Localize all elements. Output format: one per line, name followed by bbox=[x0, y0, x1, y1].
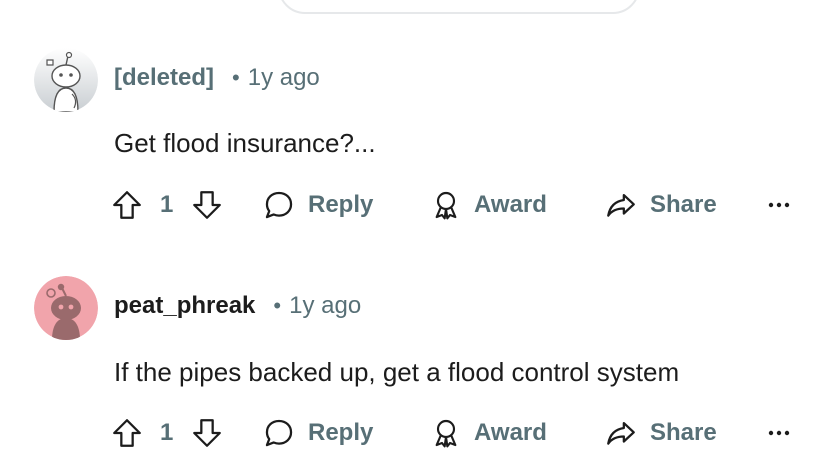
reply-label: Reply bbox=[308, 191, 374, 218]
more-icon bbox=[768, 430, 790, 436]
upvote-icon bbox=[113, 191, 141, 219]
share-button[interactable]: Share bbox=[604, 413, 717, 453]
share-label: Share bbox=[650, 419, 717, 446]
award-button[interactable]: Award bbox=[430, 185, 547, 225]
author-name[interactable]: peat_phreak bbox=[114, 292, 255, 320]
reply-icon bbox=[265, 419, 293, 447]
share-icon bbox=[607, 421, 635, 445]
more-options-button[interactable] bbox=[768, 413, 790, 453]
award-button[interactable]: Award bbox=[430, 413, 547, 453]
comment-meta: [deleted] • 1y ago bbox=[114, 64, 320, 92]
action-bar: 1 Reply Award Share bbox=[110, 413, 810, 453]
avatar[interactable] bbox=[34, 48, 98, 112]
top-pill-button[interactable] bbox=[278, 0, 640, 14]
reply-icon bbox=[265, 191, 293, 219]
award-icon bbox=[435, 419, 457, 448]
award-label: Award bbox=[474, 191, 547, 218]
timestamp[interactable]: 1y ago bbox=[248, 64, 320, 92]
reply-label: Reply bbox=[308, 419, 374, 446]
reply-button[interactable]: Reply bbox=[262, 185, 373, 225]
award-label: Award bbox=[474, 419, 547, 446]
downvote-icon bbox=[193, 191, 221, 219]
downvote-button[interactable] bbox=[190, 185, 224, 225]
reply-button[interactable]: Reply bbox=[262, 413, 373, 453]
comment-body: If the pipes backed up, get a flood cont… bbox=[114, 357, 680, 387]
more-options-button[interactable] bbox=[768, 185, 790, 225]
share-button[interactable]: Share bbox=[604, 185, 717, 225]
upvote-icon bbox=[113, 419, 141, 447]
share-label: Share bbox=[650, 191, 717, 218]
downvote-icon bbox=[193, 419, 221, 447]
share-icon bbox=[607, 193, 635, 217]
comment-meta: peat_phreak • 1y ago bbox=[114, 292, 361, 320]
action-bar: 1 Reply Award Share bbox=[110, 185, 810, 225]
award-icon bbox=[435, 191, 457, 220]
upvote-button[interactable] bbox=[110, 185, 144, 225]
more-icon bbox=[768, 202, 790, 208]
vote-count: 1 bbox=[160, 191, 174, 218]
separator-dot: • bbox=[273, 293, 282, 318]
separator-dot: • bbox=[232, 65, 240, 90]
comment-body: Get flood insurance?... bbox=[114, 128, 376, 158]
timestamp[interactable]: 1y ago bbox=[289, 292, 361, 320]
avatar[interactable] bbox=[34, 276, 98, 340]
vote-count: 1 bbox=[160, 419, 174, 446]
downvote-button[interactable] bbox=[190, 413, 224, 453]
upvote-button[interactable] bbox=[110, 413, 144, 453]
author-name[interactable]: [deleted] bbox=[114, 64, 214, 92]
